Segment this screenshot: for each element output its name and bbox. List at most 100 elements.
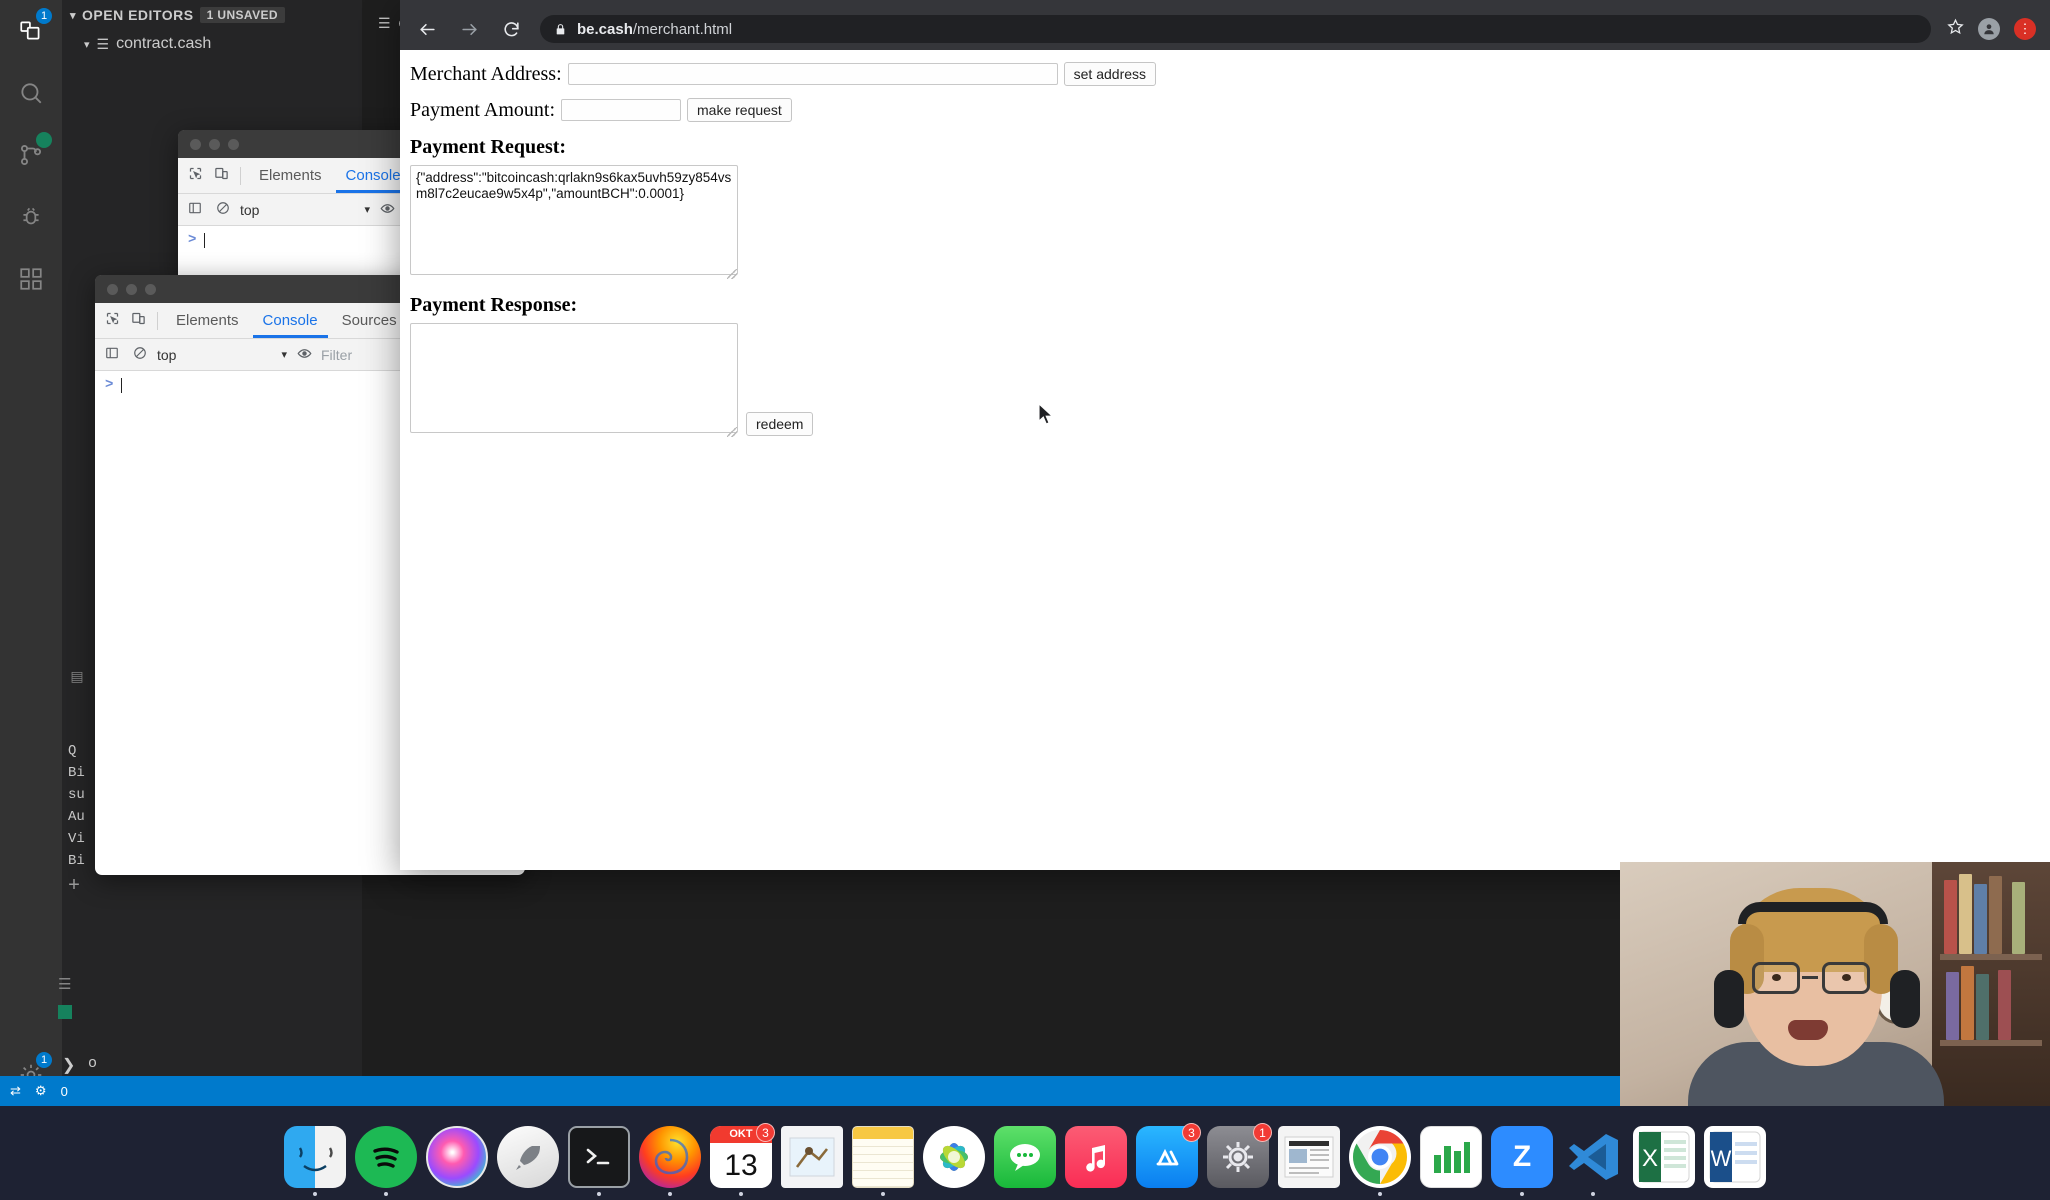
textarea-resize-handle[interactable]: [727, 427, 737, 438]
minimize-button-icon[interactable]: [126, 283, 137, 295]
minimize-button-icon[interactable]: [209, 138, 220, 150]
activity-extensions-icon[interactable]: [0, 248, 62, 310]
close-button-icon[interactable]: [107, 283, 118, 295]
close-button-icon[interactable]: [190, 138, 201, 150]
numbers-icon: [1420, 1126, 1482, 1188]
activity-search-icon[interactable]: [0, 62, 62, 124]
dock-item-notes[interactable]: [852, 1126, 914, 1196]
payment-request-textarea[interactable]: {"address":"bitcoincash:qrlakn9s6kax5uvh…: [410, 165, 738, 276]
settings-badge: 1: [36, 1052, 52, 1068]
inspect-icon[interactable]: [101, 311, 123, 330]
dock-item-firefox[interactable]: [639, 1126, 701, 1196]
panel-chevron-icon[interactable]: ❯: [62, 1055, 75, 1075]
terminal-add-icon[interactable]: +: [68, 876, 348, 898]
clear-console-icon[interactable]: [129, 346, 151, 363]
bookmark-star-icon[interactable]: [1947, 18, 1964, 40]
dock-item-terminal[interactable]: [568, 1126, 630, 1196]
payment-amount-label: Payment Amount:: [410, 98, 555, 121]
zoom-icon: Z: [1491, 1126, 1553, 1188]
sidebar-toggle-icon[interactable]: [101, 346, 123, 363]
chevron-down-icon: ▾: [84, 38, 90, 51]
activity-debug-icon[interactable]: [0, 186, 62, 248]
chevron-down-icon: ▾: [281, 349, 287, 361]
sidebar-toggle-icon[interactable]: [184, 201, 206, 218]
url-path: /merchant.html: [632, 20, 733, 38]
payment-amount-row: Payment Amount: make request: [410, 98, 2040, 123]
dock-item-photos[interactable]: [923, 1126, 985, 1188]
dock-item-mail[interactable]: [781, 1126, 843, 1188]
payment-response-textarea[interactable]: [410, 323, 738, 434]
device-toolbar-icon[interactable]: [210, 166, 232, 185]
maximize-button-icon[interactable]: [145, 283, 156, 295]
status-branch-icon[interactable]: ⚙: [35, 1083, 47, 1099]
eye-icon[interactable]: [376, 201, 398, 219]
dock-item-zoom[interactable]: Z: [1491, 1126, 1553, 1196]
dock-item-spotify[interactable]: [355, 1126, 417, 1196]
open-editors-section[interactable]: ▾ OPEN EDITORS 1 UNSAVED: [62, 0, 362, 30]
activity-source-control-icon[interactable]: [0, 124, 62, 186]
panel-label: o: [88, 1055, 98, 1072]
url-host: be.cash: [577, 20, 633, 38]
back-button-icon[interactable]: [414, 16, 440, 42]
open-editor-item[interactable]: ▾ ☰ contract.cash: [62, 30, 362, 58]
redeem-button[interactable]: redeem: [746, 412, 814, 437]
book: [2012, 882, 2025, 954]
notes-icon: [852, 1126, 914, 1188]
file-icon: ☰: [96, 35, 110, 52]
book: [1959, 874, 1972, 954]
dock-item-excel[interactable]: X: [1633, 1126, 1695, 1188]
dock-item-word[interactable]: W: [1704, 1126, 1766, 1188]
toolbar-right-actions: ⋮: [1947, 18, 2036, 40]
devtools-tab-elements[interactable]: Elements: [166, 303, 249, 338]
dock-item-music[interactable]: [1065, 1126, 1127, 1188]
devtools-tab-console[interactable]: Console: [253, 303, 328, 338]
clear-console-icon[interactable]: [212, 201, 234, 218]
console-filter-input[interactable]: Filter: [321, 347, 352, 363]
address-bar[interactable]: be.cash/merchant.html: [540, 15, 1931, 43]
status-error-count[interactable]: 0: [61, 1084, 68, 1099]
chrome-icon: [1349, 1126, 1411, 1188]
status-remote-icon[interactable]: ⇄: [10, 1083, 21, 1099]
file-icon: ☰: [378, 14, 391, 31]
headphone-cup-left: [1714, 970, 1744, 1028]
reload-button-icon[interactable]: [498, 16, 524, 42]
merchant-address-input[interactable]: [567, 63, 1058, 86]
dock-item-appstore[interactable]: 3: [1136, 1123, 1201, 1188]
eye-icon[interactable]: [293, 346, 315, 364]
textarea-resize-handle[interactable]: [727, 269, 737, 280]
dock-item-finder[interactable]: [284, 1126, 346, 1196]
dock-item-numbers[interactable]: [1420, 1126, 1482, 1188]
word-icon: W: [1704, 1126, 1766, 1188]
book: [1961, 966, 1974, 1040]
maximize-button-icon[interactable]: [228, 138, 239, 150]
devtools-tab-sources[interactable]: Sources: [332, 303, 407, 338]
payment-amount-input[interactable]: [561, 99, 681, 122]
book: [1998, 970, 2011, 1040]
set-address-button[interactable]: set address: [1063, 62, 1157, 87]
console-context-select[interactable]: top ▾: [157, 347, 287, 363]
vscode-icon: [1562, 1126, 1624, 1188]
make-request-button[interactable]: make request: [687, 98, 792, 123]
dock-item-vscode[interactable]: [1562, 1126, 1624, 1196]
system-preferences-badge: 1: [1253, 1123, 1272, 1142]
devtools-tab-elements[interactable]: Elements: [249, 158, 332, 193]
archive-icon[interactable]: ▤: [62, 660, 92, 693]
panel-list-icon[interactable]: ☰: [58, 975, 71, 993]
webcam-overlay: [1620, 862, 2050, 1106]
dock-item-calendar[interactable]: OKT 13 3: [710, 1123, 775, 1196]
activity-explorer-icon[interactable]: 1: [0, 0, 62, 62]
macos-dock: OKT 13 3 3 1 Z X W: [0, 1106, 2050, 1200]
forward-button-icon[interactable]: [456, 16, 482, 42]
chrome-menu-icon[interactable]: ⋮: [2014, 18, 2036, 40]
dock-item-system-preferences[interactable]: 1: [1207, 1123, 1272, 1188]
dock-item-news[interactable]: [1278, 1126, 1340, 1188]
inspect-icon[interactable]: [184, 166, 206, 185]
running-indicator: [313, 1192, 317, 1196]
dock-item-messages[interactable]: [994, 1126, 1056, 1188]
console-context-select[interactable]: top ▾: [240, 202, 370, 218]
dock-item-siri[interactable]: [426, 1126, 488, 1188]
profile-avatar-icon[interactable]: [1978, 18, 2000, 40]
dock-item-launchpad[interactable]: [497, 1126, 559, 1188]
dock-item-chrome[interactable]: [1349, 1126, 1411, 1196]
device-toolbar-icon[interactable]: [127, 311, 149, 330]
